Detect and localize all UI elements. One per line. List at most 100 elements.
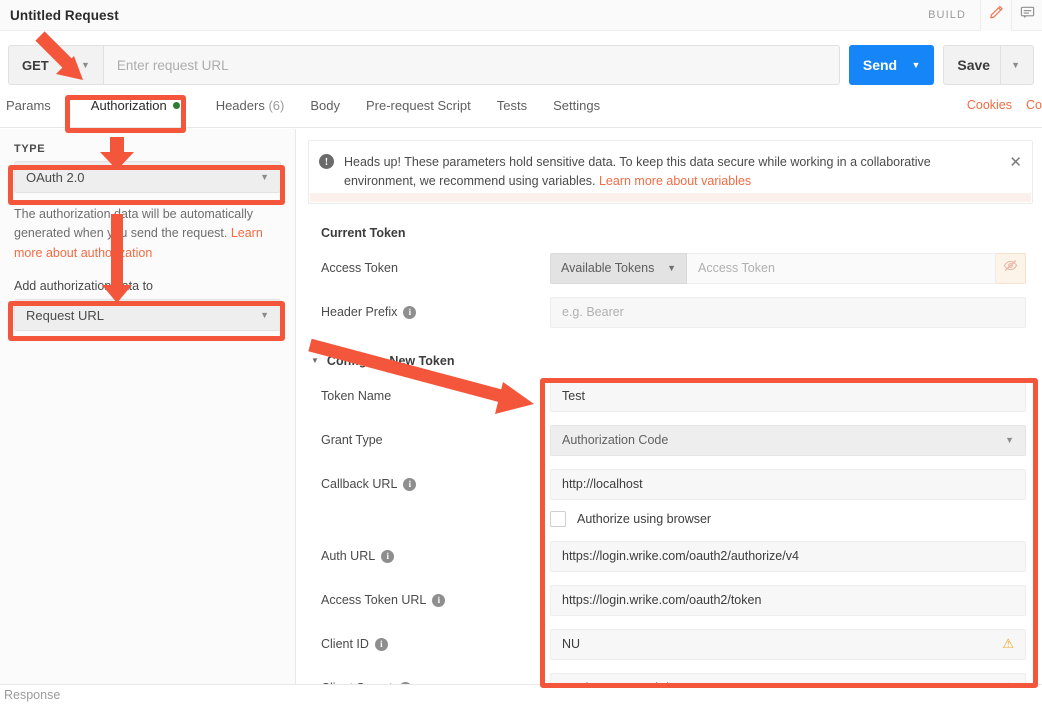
save-label: Save [957, 57, 990, 73]
cookies-link[interactable]: Cookies [967, 98, 1012, 112]
callback-url-input[interactable]: http://localhost [550, 469, 1026, 500]
callback-url-row: Callback URL i http://localhost [297, 469, 1042, 500]
method-label: GET [22, 58, 49, 73]
response-label: Response [4, 688, 60, 702]
client-id-row: Client ID i NU ⚠ [297, 629, 1042, 660]
current-token-title: Current Token [321, 226, 1042, 240]
header-prefix-label: Header Prefix i [321, 305, 550, 319]
request-tab-bar: Params Authorization Headers (6) Body Pr… [0, 98, 1042, 128]
oauth2-config-panel: ! Heads up! These parameters hold sensit… [297, 129, 1042, 685]
pencil-icon [989, 5, 1004, 25]
postman-window: Untitled Request BUILD [0, 0, 1042, 705]
chevron-down-icon[interactable]: ▼ [1001, 60, 1020, 70]
add-auth-data-select[interactable]: Request URL ▼ [14, 299, 281, 331]
info-icon[interactable]: i [381, 550, 394, 563]
code-link[interactable]: Co [1026, 98, 1042, 112]
label-text: Access Token [321, 261, 398, 275]
header-prefix-row: Header Prefix i e.g. Bearer [297, 297, 1042, 328]
eye-slash-icon [1003, 258, 1018, 278]
authorize-using-browser-row[interactable]: Authorize using browser [297, 511, 1042, 527]
info-icon[interactable]: i [403, 478, 416, 491]
label-text: Token Name [321, 389, 391, 403]
tab-authorization[interactable]: Authorization [91, 98, 180, 121]
build-label: BUILD [928, 9, 966, 21]
auth-url-row: Auth URL i https://login.wrike.com/oauth… [297, 541, 1042, 572]
banner-link[interactable]: Learn more about variables [599, 174, 751, 188]
banner-stripe [310, 193, 1031, 202]
grant-type-select[interactable]: Authorization Code ▼ [550, 425, 1026, 456]
auth-type-value: OAuth 2.0 [26, 170, 85, 185]
token-name-row: Token Name Test [297, 381, 1042, 412]
toggle-token-visibility-button[interactable] [996, 253, 1026, 284]
header-prefix-input[interactable]: e.g. Bearer [550, 297, 1026, 328]
chevron-down-icon: ▼ [81, 60, 90, 70]
warning-icon[interactable]: ⚠ [1002, 636, 1014, 652]
grant-type-row: Grant Type Authorization Code ▼ [297, 425, 1042, 456]
configure-new-token-header[interactable]: ▼ Configure New Token [311, 354, 1042, 368]
status-dot [173, 102, 180, 109]
tab-body[interactable]: Body [310, 98, 340, 121]
chevron-down-icon: ▼ [667, 263, 676, 273]
available-tokens-value: Available Tokens [561, 261, 654, 275]
info-icon[interactable]: i [432, 594, 445, 607]
method-selector[interactable]: GET ▼ [8, 45, 103, 85]
edit-button[interactable] [980, 0, 1011, 31]
info-icon: ! [319, 154, 334, 169]
access-token-label: Access Token [321, 261, 550, 275]
tab-count: (6) [268, 98, 284, 113]
chevron-down-icon: ▼ [260, 310, 269, 320]
authorization-settings-panel: TYPE OAuth 2.0 ▼ The authorization data … [0, 129, 296, 685]
url-bar-row: GET ▼ Enter request URL Send ▼ Save ▼ [0, 39, 1042, 91]
label-text: Callback URL [321, 477, 397, 491]
tab-tests[interactable]: Tests [497, 98, 527, 121]
chevron-down-icon: ▼ [260, 172, 269, 182]
callback-url-value: http://localhost [562, 477, 643, 491]
comment-icon [1020, 5, 1035, 25]
send-label: Send [863, 57, 897, 73]
access-token-url-input[interactable]: https://login.wrike.com/oauth2/token [550, 585, 1026, 616]
tab-label: Headers [216, 98, 265, 113]
configure-new-token-label: Configure New Token [327, 354, 455, 368]
info-icon[interactable]: i [375, 638, 388, 651]
send-button[interactable]: Send ▼ [849, 45, 935, 85]
tab-params[interactable]: Params [6, 98, 51, 121]
add-auth-data-value: Request URL [26, 308, 104, 323]
auth-type-select[interactable]: OAuth 2.0 ▼ [14, 161, 281, 193]
banner-text: Heads up! These parameters hold sensitiv… [344, 153, 964, 191]
save-button[interactable]: Save ▼ [943, 45, 1034, 85]
tab-pre-request-script[interactable]: Pre-request Script [366, 98, 471, 121]
tab-label: Params [6, 98, 51, 113]
available-tokens-select[interactable]: Available Tokens ▼ [550, 253, 687, 284]
header-prefix-placeholder: e.g. Bearer [562, 305, 624, 319]
access-token-url-row: Access Token URL i https://login.wrike.c… [297, 585, 1042, 616]
auth-url-input[interactable]: https://login.wrike.com/oauth2/authorize… [550, 541, 1026, 572]
request-url-placeholder: Enter request URL [117, 58, 229, 73]
tab-headers[interactable]: Headers (6) [216, 98, 285, 121]
access-token-placeholder: Access Token [698, 261, 775, 275]
tab-label: Settings [553, 98, 600, 113]
comment-button[interactable] [1011, 0, 1042, 31]
client-id-input[interactable]: NU ⚠ [550, 629, 1026, 660]
callback-url-label: Callback URL i [321, 477, 550, 491]
authorize-using-browser-checkbox[interactable] [550, 511, 566, 527]
request-title: Untitled Request [10, 8, 119, 23]
label-text: Header Prefix [321, 305, 397, 319]
access-token-input[interactable]: Access Token [687, 253, 996, 284]
token-name-input[interactable]: Test [550, 381, 1026, 412]
label-text: Grant Type [321, 433, 383, 447]
token-name-label: Token Name [321, 389, 550, 403]
label-text: Client ID [321, 637, 369, 651]
tab-label: Tests [497, 98, 527, 113]
chevron-down-icon: ▼ [1005, 435, 1014, 445]
client-id-value: NU [562, 637, 580, 651]
close-icon[interactable]: ✕ [997, 153, 1022, 171]
chevron-down-icon: ▼ [311, 356, 319, 365]
tab-settings[interactable]: Settings [553, 98, 600, 121]
request-url-input[interactable]: Enter request URL [103, 45, 840, 85]
label-text: Auth URL [321, 549, 375, 563]
auth-url-label: Auth URL i [321, 549, 550, 563]
tab-label: Authorization [91, 98, 167, 113]
chevron-down-icon[interactable]: ▼ [911, 60, 920, 70]
info-icon[interactable]: i [403, 306, 416, 319]
title-bar-right: BUILD [928, 0, 1042, 31]
